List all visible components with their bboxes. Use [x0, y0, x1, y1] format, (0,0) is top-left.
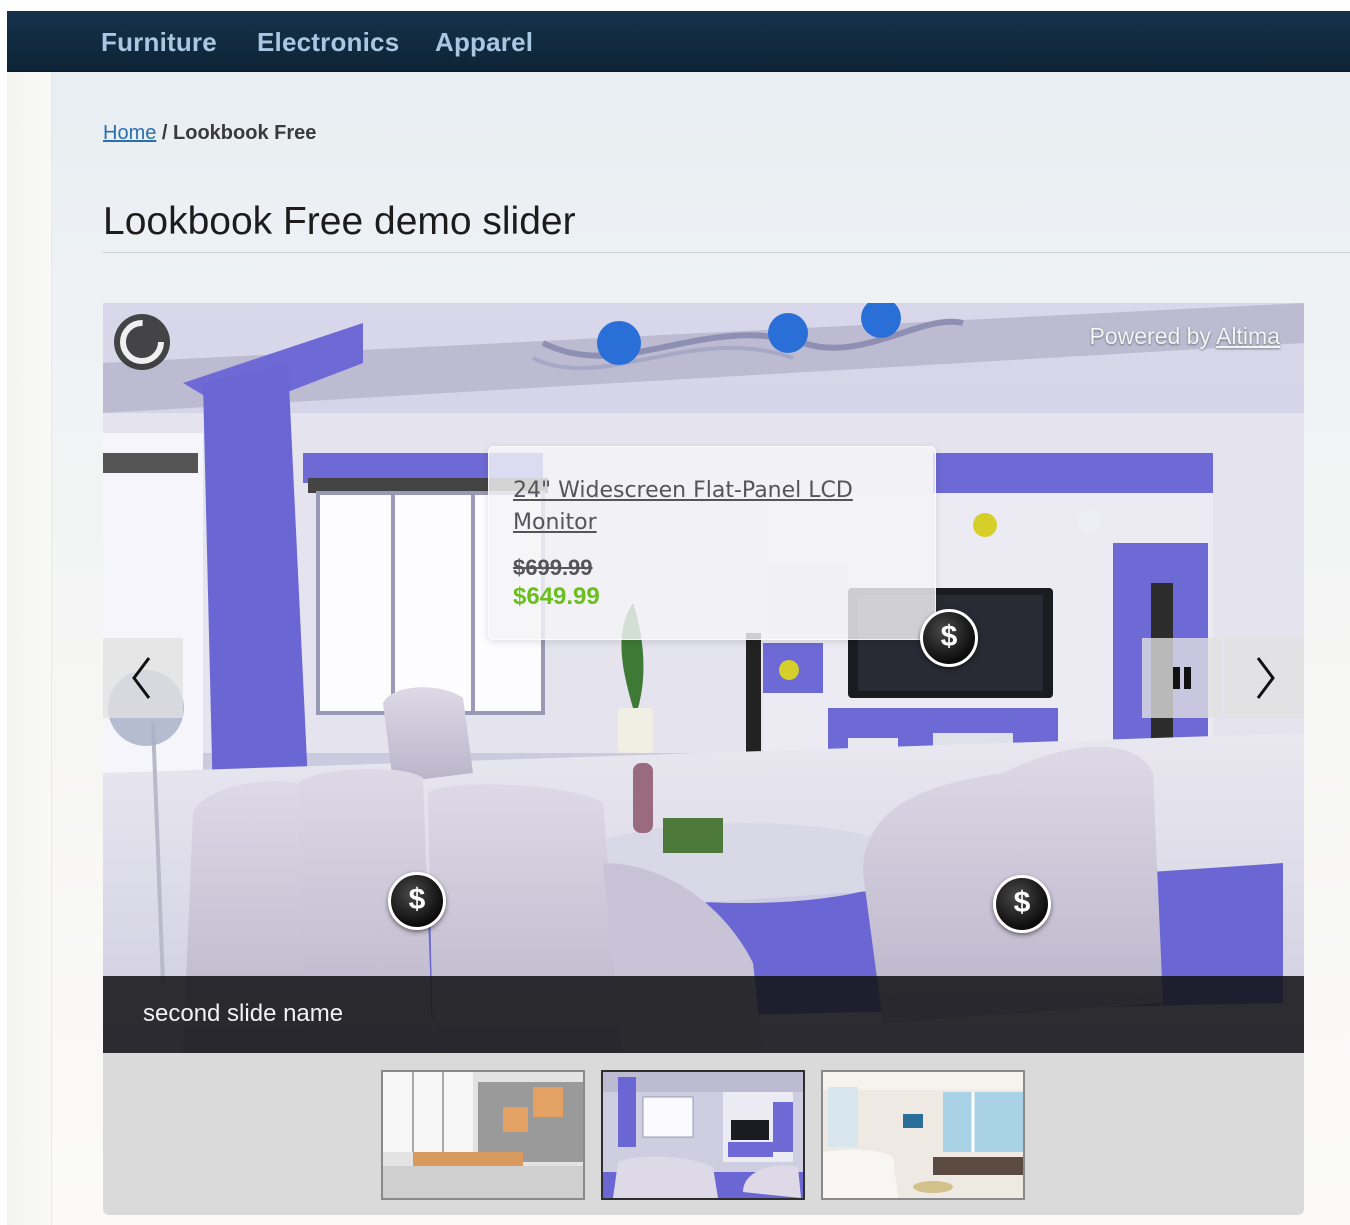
thumbnail-1[interactable] [381, 1070, 585, 1200]
thumbnail-strip [103, 1053, 1304, 1215]
left-sidebar-edge [7, 72, 52, 1225]
nav-item-furniture[interactable]: Furniture [101, 27, 217, 58]
title-divider [103, 252, 1350, 253]
product-name-link[interactable]: 24" Widescreen Flat-Panel LCD Monitor [513, 475, 911, 539]
next-slide-button[interactable] [1224, 638, 1304, 718]
loader-ring-icon [114, 314, 170, 370]
old-price: $699.99 [513, 555, 593, 580]
breadcrumb-separator: / [156, 122, 174, 144]
thumbnail-3[interactable] [821, 1070, 1025, 1200]
breadcrumb: Home / Lookbook Free [103, 122, 316, 145]
chevron-left-icon [132, 657, 151, 699]
altima-link[interactable]: Altima [1216, 323, 1280, 349]
chevron-right-icon [1256, 657, 1275, 699]
nav-item-apparel[interactable]: Apparel [435, 27, 533, 58]
prev-slide-button[interactable] [103, 638, 183, 718]
pause-button[interactable] [1142, 638, 1222, 718]
powered-by-text: Powered by [1089, 323, 1217, 349]
page-title: Lookbook Free demo slider [103, 200, 576, 243]
product-hotspot-sofa[interactable]: $ [388, 872, 446, 930]
product-tooltip: 24" Widescreen Flat-Panel LCD Monitor $6… [488, 446, 936, 640]
new-price: $649.99 [513, 583, 600, 610]
powered-by: Powered by Altima [1090, 323, 1281, 350]
product-hotspot-armchair[interactable]: $ [993, 875, 1051, 933]
slide-caption-text: second slide name [143, 1000, 344, 1027]
nav-item-electronics[interactable]: Electronics [257, 27, 399, 58]
slide-caption: second slide name [103, 976, 1304, 1053]
pause-icon [1173, 667, 1191, 689]
breadcrumb-home-link[interactable]: Home [103, 122, 156, 144]
main-nav: Furniture Electronics Apparel [7, 11, 1350, 72]
thumbnail-2[interactable] [601, 1070, 805, 1200]
lookbook-slider: Powered by Altima 24" Widescreen Flat-Pa… [103, 303, 1304, 1053]
slide-image [103, 303, 1304, 1053]
top-strip [7, 0, 1350, 11]
breadcrumb-current: Lookbook Free [173, 122, 317, 144]
product-hotspot-tv[interactable]: $ [920, 609, 978, 667]
